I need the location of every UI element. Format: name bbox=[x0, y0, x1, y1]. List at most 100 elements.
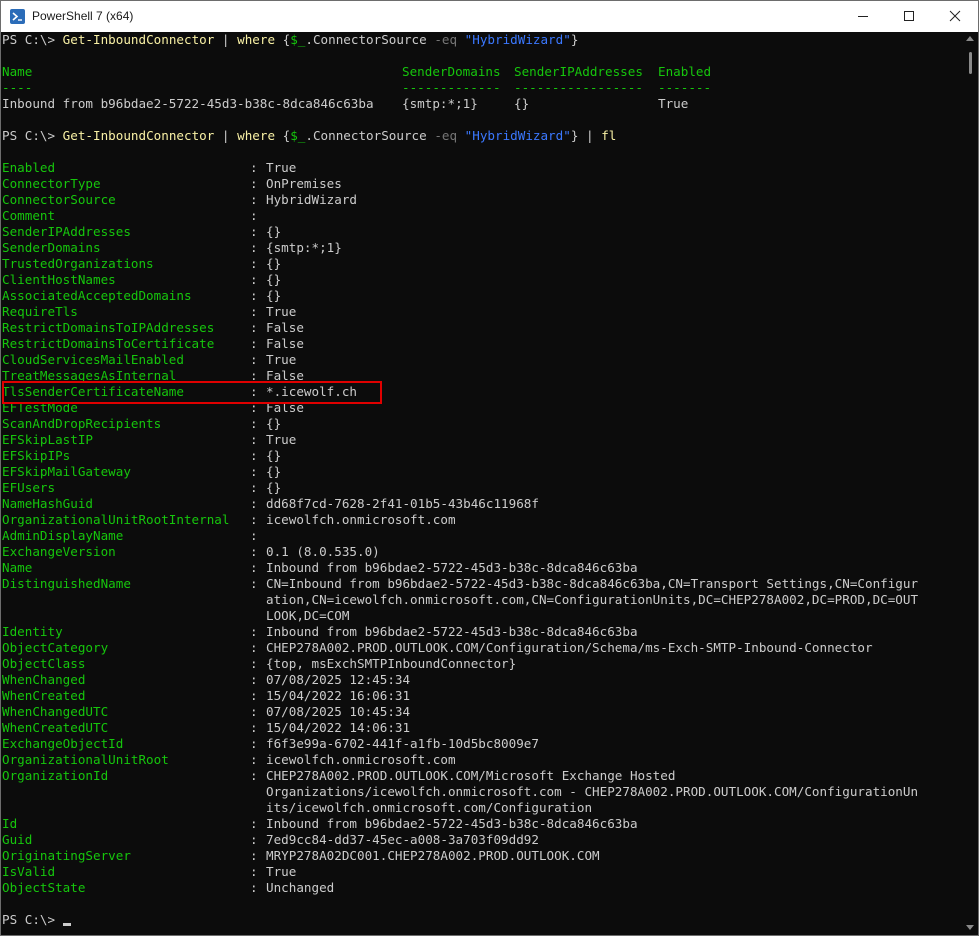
minimize-button[interactable] bbox=[840, 1, 886, 32]
property-value: {} bbox=[266, 272, 282, 287]
property-row: RequireTls: True bbox=[2, 304, 957, 320]
property-row: Organizations/icewolfch.onmicrosoft.com … bbox=[2, 784, 957, 800]
property-value: {} bbox=[266, 416, 282, 431]
property-value: 7ed9cc84-dd37-45ec-a008-3a703f09dd92 bbox=[266, 832, 539, 847]
title-bar[interactable]: PowerShell 7 (x64) bbox=[1, 1, 978, 32]
scroll-down-icon[interactable] bbox=[966, 925, 974, 930]
table-row: Inbound from b96bdae2-5722-45d3-b38c-8dc… bbox=[2, 96, 689, 111]
property-value: Inbound from b96bdae2-5722-45d3-b38c-8dc… bbox=[266, 816, 638, 831]
property-row: Identity: Inbound from b96bdae2-5722-45d… bbox=[2, 624, 957, 640]
command-line-3: PS C:\> bbox=[2, 912, 957, 928]
property-value: {} bbox=[266, 224, 282, 239]
highlight-box bbox=[2, 381, 382, 404]
property-row: NameHashGuid: dd68f7cd-7628-2f41-01b5-43… bbox=[2, 496, 957, 512]
property-label: EFUsers bbox=[2, 480, 56, 495]
property-value: Inbound from b96bdae2-5722-45d3-b38c-8dc… bbox=[266, 560, 638, 575]
property-row: ObjectState: Unchanged bbox=[2, 880, 957, 896]
property-row: LOOK,DC=COM bbox=[2, 608, 957, 624]
property-row: Enabled: True bbox=[2, 160, 957, 176]
table-header: Name SenderDomains SenderIPAddresses Enable… bbox=[2, 64, 712, 79]
property-label: TrustedOrganizations bbox=[2, 256, 154, 271]
property-separator: : bbox=[250, 624, 266, 639]
property-label: ScanAndDropRecipients bbox=[2, 416, 162, 431]
property-label: Name bbox=[2, 560, 33, 575]
property-label: ClientHostNames bbox=[2, 272, 116, 287]
property-label: IsValid bbox=[2, 864, 56, 879]
property-row: ExchangeVersion: 0.1 (8.0.535.0) bbox=[2, 544, 957, 560]
property-separator: : bbox=[250, 416, 266, 431]
property-row: Guid: 7ed9cc84-dd37-45ec-a008-3a703f09dd… bbox=[2, 832, 957, 848]
property-separator: : bbox=[250, 272, 266, 287]
cmdlet: Get-InboundConnector bbox=[62, 32, 215, 47]
prompt: PS C:\> bbox=[2, 32, 56, 47]
property-value: Unchanged bbox=[266, 880, 335, 895]
property-value: 15/04/2022 16:06:31 bbox=[266, 688, 411, 703]
maximize-icon bbox=[904, 11, 914, 21]
command-line-2: PS C:\> Get-InboundConnector | where {$_… bbox=[2, 128, 617, 143]
property-row: RestrictDomainsToCertificate: False bbox=[2, 336, 957, 352]
property-value: HybridWizard bbox=[266, 192, 357, 207]
property-label: ExchangeObjectId bbox=[2, 736, 124, 751]
property-separator: : bbox=[250, 208, 266, 223]
property-row: WhenChanged: 07/08/2025 12:45:34 bbox=[2, 672, 957, 688]
property-separator: : bbox=[250, 544, 266, 559]
scroll-thumb[interactable] bbox=[969, 52, 972, 74]
property-label: OrganizationalUnitRoot bbox=[2, 752, 169, 767]
property-value: CHEP278A002.PROD.OUTLOOK.COM/Microsoft E… bbox=[266, 768, 676, 783]
property-separator: : bbox=[250, 256, 266, 271]
property-separator: : bbox=[250, 656, 266, 671]
property-separator: : bbox=[250, 848, 266, 863]
property-label: EFSkipLastIP bbox=[2, 432, 93, 447]
property-value: False bbox=[266, 320, 304, 335]
table-dashes: ---- ------------- ----------------- ------… bbox=[2, 80, 712, 95]
close-icon bbox=[949, 10, 961, 22]
property-value: 07/08/2025 12:45:34 bbox=[266, 672, 411, 687]
maximize-button[interactable] bbox=[886, 1, 932, 32]
property-label: SenderIPAddresses bbox=[2, 224, 131, 239]
property-label: ExchangeVersion bbox=[2, 544, 116, 559]
property-label: WhenChangedUTC bbox=[2, 704, 109, 719]
property-value: {} bbox=[266, 288, 282, 303]
property-value: MRYP278A02DC001.CHEP278A002.PROD.OUTLOOK… bbox=[266, 848, 600, 863]
property-row: OrganizationalUnitRoot: icewolfch.onmicr… bbox=[2, 752, 957, 768]
property-separator: : bbox=[250, 176, 266, 191]
property-value: True bbox=[266, 160, 297, 175]
property-label: ConnectorSource bbox=[2, 192, 116, 207]
property-separator: : bbox=[250, 224, 266, 239]
terminal-output[interactable]: PS C:\> Get-InboundConnector | where {$_… bbox=[2, 32, 957, 934]
property-row: WhenCreatedUTC: 15/04/2022 14:06:31 bbox=[2, 720, 957, 736]
property-row: OriginatingServer: MRYP278A02DC001.CHEP2… bbox=[2, 848, 957, 864]
property-value: True bbox=[266, 352, 297, 367]
minimize-icon bbox=[858, 16, 868, 17]
vertical-scrollbar[interactable] bbox=[963, 32, 978, 934]
property-separator: : bbox=[250, 640, 266, 655]
property-separator: : bbox=[250, 288, 266, 303]
property-value: dd68f7cd-7628-2f41-01b5-43b46c11968f bbox=[266, 496, 539, 511]
command-line-1: PS C:\> Get-InboundConnector | where {$_… bbox=[2, 32, 579, 47]
window-title: PowerShell 7 (x64) bbox=[32, 9, 134, 23]
property-row: WhenChangedUTC: 07/08/2025 10:45:34 bbox=[2, 704, 957, 720]
property-row: TrustedOrganizations: {} bbox=[2, 256, 957, 272]
property-label: RequireTls bbox=[2, 304, 78, 319]
property-separator: : bbox=[250, 480, 266, 495]
property-separator: : bbox=[250, 448, 266, 463]
property-label: WhenChanged bbox=[2, 672, 86, 687]
property-separator: : bbox=[250, 816, 266, 831]
property-value: icewolfch.onmicrosoft.com bbox=[266, 752, 456, 767]
property-separator: : bbox=[250, 880, 266, 895]
property-row: ConnectorSource: HybridWizard bbox=[2, 192, 957, 208]
property-separator: : bbox=[250, 240, 266, 255]
property-value: True bbox=[266, 304, 297, 319]
property-row: SenderIPAddresses: {} bbox=[2, 224, 957, 240]
property-separator: : bbox=[250, 736, 266, 751]
property-value: {} bbox=[266, 480, 282, 495]
close-button[interactable] bbox=[932, 1, 978, 32]
property-value: CN=Inbound from b96bdae2-5722-45d3-b38c-… bbox=[266, 576, 919, 591]
property-row: ConnectorType: OnPremises bbox=[2, 176, 957, 192]
property-label: WhenCreatedUTC bbox=[2, 720, 109, 735]
property-row: ExchangeObjectId: f6f3e99a-6702-441f-a1f… bbox=[2, 736, 957, 752]
property-row: its/icewolfch.onmicrosoft.com/Configurat… bbox=[2, 800, 957, 816]
property-separator: : bbox=[250, 688, 266, 703]
scroll-up-icon[interactable] bbox=[966, 36, 974, 41]
property-label: NameHashGuid bbox=[2, 496, 93, 511]
